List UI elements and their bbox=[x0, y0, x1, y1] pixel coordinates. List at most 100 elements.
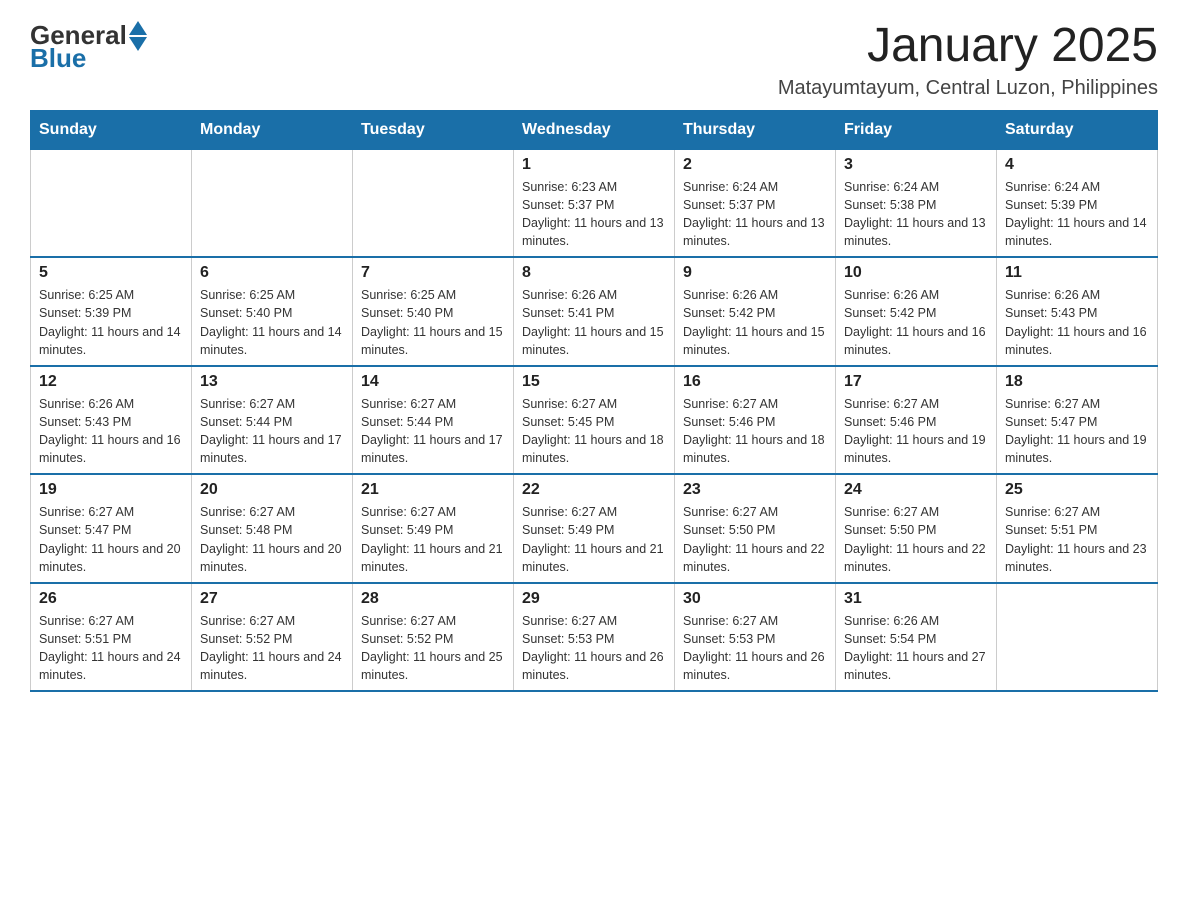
calendar-week-4: 19 Sunrise: 6:27 AM Sunset: 5:47 PM Dayli… bbox=[31, 474, 1158, 583]
day-info: Sunrise: 6:27 AM Sunset: 5:49 PM Dayligh… bbox=[522, 503, 666, 576]
day-number: 13 bbox=[200, 373, 344, 391]
day-number: 8 bbox=[522, 264, 666, 282]
calendar-table: SundayMondayTuesdayWednesdayThursdayFrid… bbox=[30, 110, 1158, 693]
calendar-cell: 12 Sunrise: 6:26 AM Sunset: 5:43 PM Dayli… bbox=[31, 366, 192, 475]
day-number: 27 bbox=[200, 590, 344, 608]
day-number: 5 bbox=[39, 264, 183, 282]
calendar-week-1: 1Sunrise: 6:23 AM Sunset: 5:37 PM Daylig… bbox=[31, 149, 1158, 257]
day-info: Sunrise: 6:27 AM Sunset: 5:46 PM Dayligh… bbox=[844, 395, 988, 468]
day-number: 12 bbox=[39, 373, 183, 391]
day-number: 25 bbox=[1005, 481, 1149, 499]
calendar-cell: 5Sunrise: 6:25 AM Sunset: 5:39 PM Daylig… bbox=[31, 257, 192, 366]
day-info: Sunrise: 6:27 AM Sunset: 5:52 PM Dayligh… bbox=[361, 612, 505, 685]
calendar-cell: 17 Sunrise: 6:27 AM Sunset: 5:46 PM Dayli… bbox=[836, 366, 997, 475]
day-number: 26 bbox=[39, 590, 183, 608]
calendar-cell bbox=[192, 149, 353, 257]
day-info: Sunrise: 6:27 AM Sunset: 5:53 PM Dayligh… bbox=[683, 612, 827, 685]
calendar-week-5: 26 Sunrise: 6:27 AM Sunset: 5:51 PM Dayli… bbox=[31, 583, 1158, 692]
day-number: 22 bbox=[522, 481, 666, 499]
day-number: 6 bbox=[200, 264, 344, 282]
calendar-title: January 2025 bbox=[778, 20, 1158, 73]
day-number: 1 bbox=[522, 156, 666, 174]
day-info: Sunrise: 6:26 AM Sunset: 5:42 PM Dayligh… bbox=[844, 286, 988, 359]
day-info: Sunrise: 6:24 AM Sunset: 5:38 PM Dayligh… bbox=[844, 178, 988, 251]
day-info: Sunrise: 6:25 AM Sunset: 5:40 PM Dayligh… bbox=[361, 286, 505, 359]
calendar-cell: 8Sunrise: 6:26 AM Sunset: 5:41 PM Daylig… bbox=[514, 257, 675, 366]
calendar-cell: 20 Sunrise: 6:27 AM Sunset: 5:48 PM Dayli… bbox=[192, 474, 353, 583]
day-info: Sunrise: 6:27 AM Sunset: 5:50 PM Dayligh… bbox=[844, 503, 988, 576]
day-number: 31 bbox=[844, 590, 988, 608]
calendar-cell: 3 Sunrise: 6:24 AM Sunset: 5:38 PM Daylig… bbox=[836, 149, 997, 257]
logo: General Blue bbox=[30, 20, 147, 74]
calendar-week-3: 12 Sunrise: 6:26 AM Sunset: 5:43 PM Dayli… bbox=[31, 366, 1158, 475]
calendar-cell: 10Sunrise: 6:26 AM Sunset: 5:42 PM Dayli… bbox=[836, 257, 997, 366]
day-info: Sunrise: 6:27 AM Sunset: 5:47 PM Dayligh… bbox=[1005, 395, 1149, 468]
calendar-cell: 19 Sunrise: 6:27 AM Sunset: 5:47 PM Dayli… bbox=[31, 474, 192, 583]
day-number: 14 bbox=[361, 373, 505, 391]
day-number: 4 bbox=[1005, 156, 1149, 174]
day-info: Sunrise: 6:27 AM Sunset: 5:53 PM Dayligh… bbox=[522, 612, 666, 685]
day-info: Sunrise: 6:27 AM Sunset: 5:46 PM Dayligh… bbox=[683, 395, 827, 468]
header-day-monday: Monday bbox=[192, 110, 353, 149]
day-number: 29 bbox=[522, 590, 666, 608]
day-info: Sunrise: 6:26 AM Sunset: 5:43 PM Dayligh… bbox=[1005, 286, 1149, 359]
day-info: Sunrise: 6:26 AM Sunset: 5:54 PM Dayligh… bbox=[844, 612, 988, 685]
day-info: Sunrise: 6:27 AM Sunset: 5:44 PM Dayligh… bbox=[200, 395, 344, 468]
day-number: 11 bbox=[1005, 264, 1149, 282]
calendar-cell: 13 Sunrise: 6:27 AM Sunset: 5:44 PM Dayli… bbox=[192, 366, 353, 475]
calendar-header-row: SundayMondayTuesdayWednesdayThursdayFrid… bbox=[31, 110, 1158, 149]
calendar-cell: 14Sunrise: 6:27 AM Sunset: 5:44 PM Dayli… bbox=[353, 366, 514, 475]
calendar-cell bbox=[353, 149, 514, 257]
calendar-subtitle: Matayumtayum, Central Luzon, Philippines bbox=[778, 77, 1158, 100]
header-day-friday: Friday bbox=[836, 110, 997, 149]
page-header: General Blue January 2025 Matayumtayum, … bbox=[30, 20, 1158, 100]
day-info: Sunrise: 6:27 AM Sunset: 5:51 PM Dayligh… bbox=[1005, 503, 1149, 576]
calendar-cell: 15Sunrise: 6:27 AM Sunset: 5:45 PM Dayli… bbox=[514, 366, 675, 475]
calendar-cell: 26 Sunrise: 6:27 AM Sunset: 5:51 PM Dayli… bbox=[31, 583, 192, 692]
title-area: January 2025 Matayumtayum, Central Luzon… bbox=[778, 20, 1158, 100]
header-day-tuesday: Tuesday bbox=[353, 110, 514, 149]
day-number: 3 bbox=[844, 156, 988, 174]
day-number: 15 bbox=[522, 373, 666, 391]
day-number: 30 bbox=[683, 590, 827, 608]
logo-blue: Blue bbox=[30, 43, 86, 74]
calendar-cell: 18 Sunrise: 6:27 AM Sunset: 5:47 PM Dayli… bbox=[997, 366, 1158, 475]
header-day-saturday: Saturday bbox=[997, 110, 1158, 149]
day-number: 2 bbox=[683, 156, 827, 174]
calendar-cell: 31 Sunrise: 6:26 AM Sunset: 5:54 PM Dayli… bbox=[836, 583, 997, 692]
day-number: 24 bbox=[844, 481, 988, 499]
calendar-cell: 28Sunrise: 6:27 AM Sunset: 5:52 PM Dayli… bbox=[353, 583, 514, 692]
day-number: 16 bbox=[683, 373, 827, 391]
calendar-cell: 1Sunrise: 6:23 AM Sunset: 5:37 PM Daylig… bbox=[514, 149, 675, 257]
header-day-thursday: Thursday bbox=[675, 110, 836, 149]
day-info: Sunrise: 6:25 AM Sunset: 5:40 PM Dayligh… bbox=[200, 286, 344, 359]
calendar-cell: 23Sunrise: 6:27 AM Sunset: 5:50 PM Dayli… bbox=[675, 474, 836, 583]
calendar-cell: 25 Sunrise: 6:27 AM Sunset: 5:51 PM Dayli… bbox=[997, 474, 1158, 583]
calendar-cell: 21Sunrise: 6:27 AM Sunset: 5:49 PM Dayli… bbox=[353, 474, 514, 583]
calendar-cell: 7 Sunrise: 6:25 AM Sunset: 5:40 PM Daylig… bbox=[353, 257, 514, 366]
calendar-cell: 29 Sunrise: 6:27 AM Sunset: 5:53 PM Dayli… bbox=[514, 583, 675, 692]
calendar-cell: 2Sunrise: 6:24 AM Sunset: 5:37 PM Daylig… bbox=[675, 149, 836, 257]
day-info: Sunrise: 6:27 AM Sunset: 5:48 PM Dayligh… bbox=[200, 503, 344, 576]
day-number: 20 bbox=[200, 481, 344, 499]
day-info: Sunrise: 6:27 AM Sunset: 5:49 PM Dayligh… bbox=[361, 503, 505, 576]
day-number: 19 bbox=[39, 481, 183, 499]
day-info: Sunrise: 6:27 AM Sunset: 5:50 PM Dayligh… bbox=[683, 503, 827, 576]
calendar-cell: 4 Sunrise: 6:24 AM Sunset: 5:39 PM Daylig… bbox=[997, 149, 1158, 257]
day-info: Sunrise: 6:27 AM Sunset: 5:51 PM Dayligh… bbox=[39, 612, 183, 685]
calendar-week-2: 5Sunrise: 6:25 AM Sunset: 5:39 PM Daylig… bbox=[31, 257, 1158, 366]
logo-triangle-up bbox=[129, 21, 147, 35]
day-number: 7 bbox=[361, 264, 505, 282]
day-info: Sunrise: 6:27 AM Sunset: 5:47 PM Dayligh… bbox=[39, 503, 183, 576]
day-info: Sunrise: 6:26 AM Sunset: 5:43 PM Dayligh… bbox=[39, 395, 183, 468]
day-number: 18 bbox=[1005, 373, 1149, 391]
day-info: Sunrise: 6:26 AM Sunset: 5:42 PM Dayligh… bbox=[683, 286, 827, 359]
header-day-sunday: Sunday bbox=[31, 110, 192, 149]
day-number: 9 bbox=[683, 264, 827, 282]
calendar-cell: 30 Sunrise: 6:27 AM Sunset: 5:53 PM Dayli… bbox=[675, 583, 836, 692]
calendar-cell: 24 Sunrise: 6:27 AM Sunset: 5:50 PM Dayli… bbox=[836, 474, 997, 583]
calendar-cell bbox=[31, 149, 192, 257]
calendar-cell: 9 Sunrise: 6:26 AM Sunset: 5:42 PM Daylig… bbox=[675, 257, 836, 366]
day-info: Sunrise: 6:24 AM Sunset: 5:39 PM Dayligh… bbox=[1005, 178, 1149, 251]
day-number: 17 bbox=[844, 373, 988, 391]
